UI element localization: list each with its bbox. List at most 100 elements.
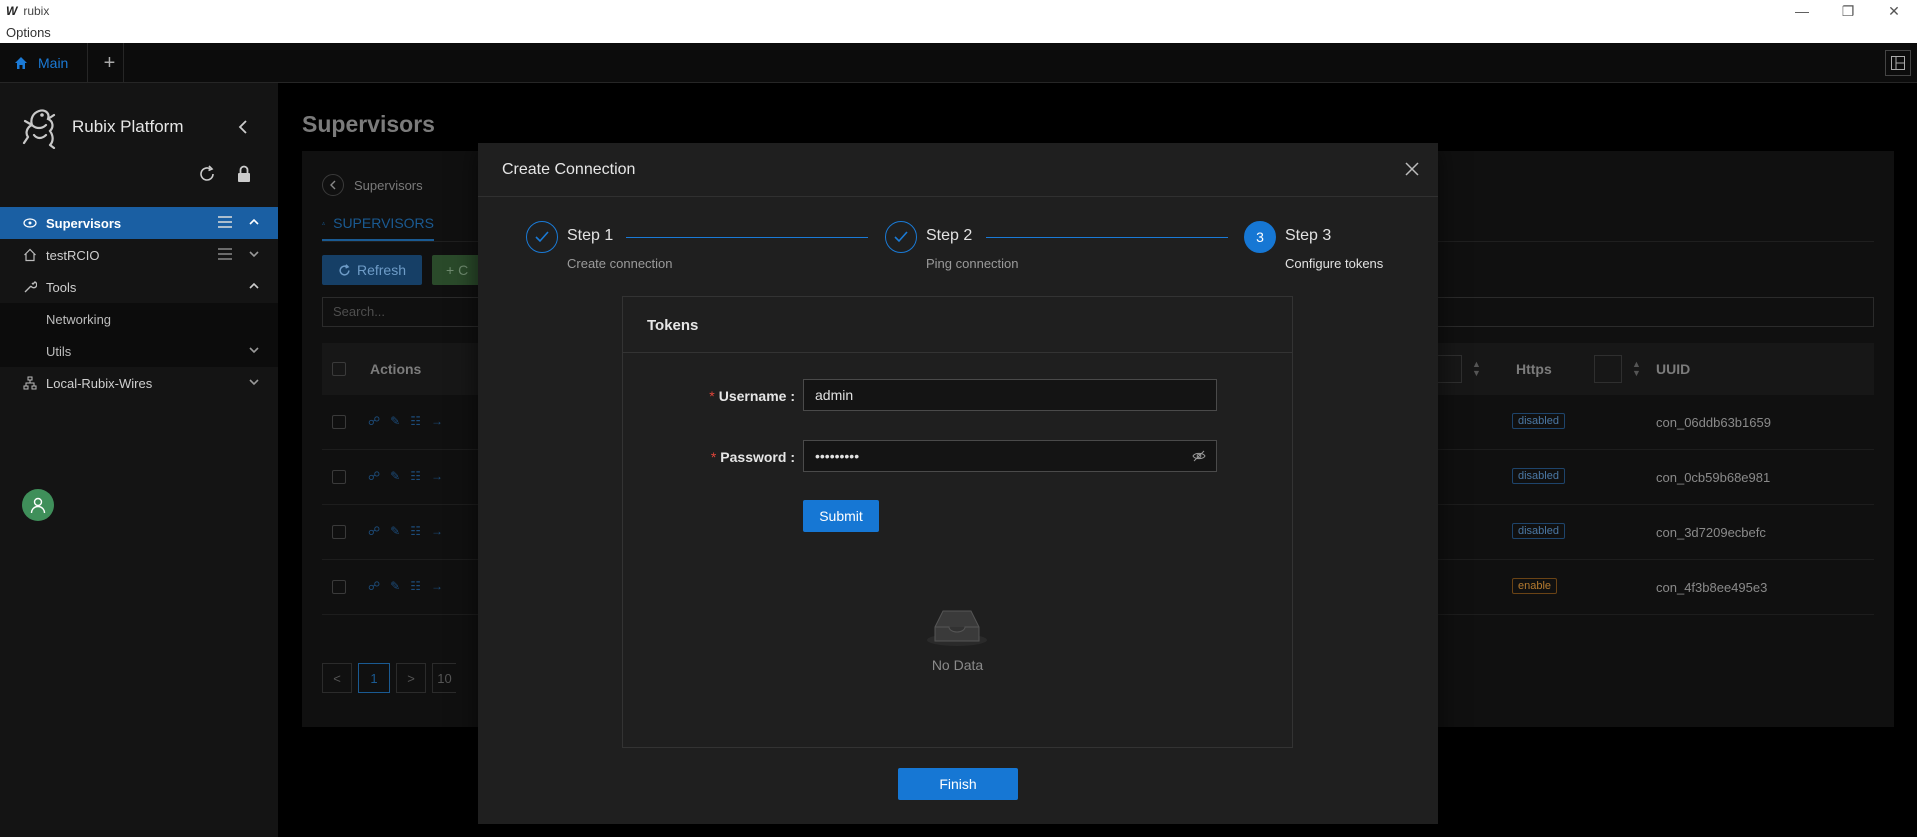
step-description: Ping connection <box>926 256 1019 271</box>
arrow-right-icon[interactable]: → <box>431 414 443 428</box>
hierarchy-icon <box>322 221 325 225</box>
edit-icon[interactable]: ✎ <box>390 579 400 593</box>
arrow-right-icon[interactable]: → <box>431 469 443 483</box>
create-connection-modal: Create Connection Step 1 Create connecti… <box>478 143 1438 824</box>
chevron-down-icon[interactable] <box>248 344 260 359</box>
scan-icon[interactable]: ☷ <box>410 469 421 483</box>
step-number: 3 <box>1244 221 1276 253</box>
sidebar-item-testrcio[interactable]: testRCIO <box>0 239 278 271</box>
arrow-right-icon[interactable]: → <box>431 524 443 538</box>
collapse-sidebar-button[interactable] <box>236 119 250 140</box>
window-titlebar: W rubix — ❐ ✕ <box>0 0 1917 22</box>
finish-button[interactable]: Finish <box>898 768 1018 800</box>
page-title: Supervisors <box>302 111 435 137</box>
column-header-uuid: UUID <box>1656 361 1691 377</box>
add-tab-button[interactable]: + <box>96 43 124 83</box>
step-connector <box>626 237 868 238</box>
status-badge: disabled <box>1512 413 1565 429</box>
uuid-cell: con_06ddb63b1659 <box>1656 415 1771 430</box>
chevron-up-icon[interactable] <box>248 216 260 231</box>
empty-inbox-icon <box>925 605 989 650</box>
uuid-cell: con_0cb59b68e981 <box>1656 470 1771 485</box>
status-badge: disabled <box>1512 523 1565 539</box>
tokens-card: Tokens * Username : admin * Password : •••… <box>622 296 1293 748</box>
link-icon[interactable]: ☍ <box>368 579 380 593</box>
close-window-button[interactable]: ✕ <box>1871 0 1917 22</box>
chevron-down-icon[interactable] <box>248 376 260 391</box>
column-header-actions: Actions <box>370 361 422 377</box>
refresh-label: Refresh <box>356 262 407 278</box>
close-modal-button[interactable] <box>1402 159 1422 179</box>
sidebar-item-supervisors[interactable]: Supervisors <box>0 207 278 239</box>
minimize-button[interactable]: — <box>1779 0 1825 22</box>
pagination-next[interactable]: > <box>396 663 426 693</box>
row-checkbox[interactable] <box>332 525 346 539</box>
scan-icon[interactable]: ☷ <box>410 524 421 538</box>
chevron-up-icon[interactable] <box>248 280 260 295</box>
refresh-button[interactable]: Refresh <box>322 255 422 285</box>
step-title: Step 3 <box>1285 227 1332 244</box>
password-field[interactable]: ••••••••• <box>803 440 1217 472</box>
row-checkbox[interactable] <box>332 415 346 429</box>
row-checkbox[interactable] <box>332 470 346 484</box>
eye-invisible-icon[interactable] <box>1192 449 1206 466</box>
wrench-icon <box>22 280 38 294</box>
filter-button[interactable] <box>1434 355 1462 383</box>
lock-button[interactable] <box>236 165 252 186</box>
step-connector <box>986 237 1228 238</box>
sidebar-item-utils[interactable]: Utils <box>0 335 278 367</box>
step-3: 3 Step 3 Configure tokens <box>1244 221 1383 271</box>
lock-icon <box>238 165 250 182</box>
submit-button[interactable]: Submit <box>803 500 879 532</box>
menubar: Options <box>0 22 1917 43</box>
tokens-title: Tokens <box>647 317 699 334</box>
home-icon <box>22 248 38 262</box>
empty-text: No Data <box>931 657 984 673</box>
sidebar-item-label: Local-Rubix-Wires <box>46 375 153 391</box>
select-all-checkbox[interactable] <box>332 362 346 376</box>
link-icon[interactable]: ☍ <box>368 414 380 428</box>
layout-toggle-button[interactable] <box>1885 50 1911 76</box>
sync-button[interactable] <box>198 165 216 186</box>
menu-options[interactable]: Options <box>6 25 51 40</box>
edit-icon[interactable]: ✎ <box>390 414 400 428</box>
link-icon[interactable]: ☍ <box>368 524 380 538</box>
sidebar: Rubix Platform Supervisors testRCIO Tool… <box>0 83 278 837</box>
link-icon[interactable]: ☍ <box>368 469 380 483</box>
status-badge: disabled <box>1512 468 1565 484</box>
scan-icon[interactable]: ☷ <box>410 579 421 593</box>
tab-supervisors[interactable]: SUPERVISORS <box>322 207 434 241</box>
edit-icon[interactable]: ✎ <box>390 469 400 483</box>
sync-icon <box>200 165 214 181</box>
restore-button[interactable]: ❐ <box>1825 0 1871 22</box>
page-size-select[interactable]: 10 <box>432 663 456 693</box>
menu-icon[interactable] <box>218 248 232 263</box>
window-controls: — ❐ ✕ <box>1779 0 1917 22</box>
plus-icon: + <box>446 262 459 278</box>
pagination-prev[interactable]: < <box>322 663 352 693</box>
scan-icon[interactable]: ☷ <box>410 414 421 428</box>
sidebar-item-label: Tools <box>46 279 77 295</box>
breadcrumb: Supervisors <box>354 178 423 193</box>
sidebar-item-networking[interactable]: Networking <box>0 303 278 335</box>
sidebar-item-label: Networking <box>46 311 112 327</box>
filter-button[interactable] <box>1594 355 1622 383</box>
pagination-page[interactable]: 1 <box>358 663 390 693</box>
password-label-text: Password <box>720 449 787 465</box>
menu-icon[interactable] <box>218 216 232 231</box>
tab-main[interactable]: Main <box>0 43 88 83</box>
sidebar-item-local-rubix-wires[interactable]: Local-Rubix-Wires <box>0 367 278 399</box>
sidebar-nav: Supervisors testRCIO Tools Networking Ut… <box>0 207 278 399</box>
edit-icon[interactable]: ✎ <box>390 524 400 538</box>
back-button[interactable] <box>322 174 344 196</box>
sort-icon[interactable]: ▲ ▼ <box>1632 360 1641 378</box>
chevron-down-icon[interactable] <box>248 248 260 263</box>
sidebar-item-tools[interactable]: Tools <box>0 271 278 303</box>
row-checkbox[interactable] <box>332 580 346 594</box>
avatar[interactable] <box>22 489 54 521</box>
sidebar-item-label: testRCIO <box>46 247 100 263</box>
sort-icon[interactable]: ▲ ▼ <box>1472 360 1481 378</box>
modal-header: Create Connection <box>478 143 1438 197</box>
username-field[interactable]: admin <box>803 379 1217 411</box>
arrow-right-icon[interactable]: → <box>431 579 443 593</box>
